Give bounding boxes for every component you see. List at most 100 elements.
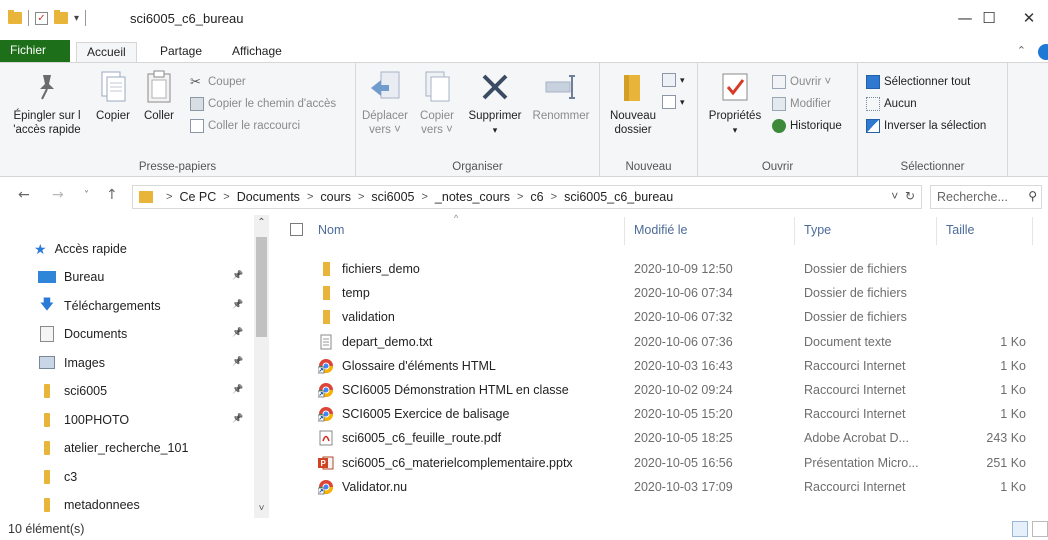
maximize-button[interactable]: ☐	[976, 6, 1002, 30]
file-row[interactable]: SCI6005 Exercice de balisage 2020-10-05 1…	[272, 402, 1048, 426]
file-name-cell[interactable]: temp	[318, 285, 370, 301]
file-row[interactable]: depart_demo.txt 2020-10-06 07:36 Document …	[272, 330, 1048, 354]
nav-scrollbar[interactable]: ⌃ ˅	[254, 215, 269, 518]
search-input[interactable]: Recherche... ⚲	[930, 185, 1042, 209]
delete-button[interactable]: Supprimer ▾	[464, 69, 526, 137]
minimize-button[interactable]: —	[952, 6, 978, 30]
chevron-right-icon[interactable]: >	[551, 191, 557, 203]
address-dropdown-refresh[interactable]: ˅ ↻	[891, 189, 915, 203]
scrollbar-thumb[interactable]	[256, 237, 267, 337]
file-name-cell[interactable]: Psci6005_c6_materielcomplementaire.pptx	[318, 455, 573, 471]
pin-icon[interactable]: 📌	[232, 357, 243, 367]
properties-button[interactable]: Propriétés ▾	[704, 69, 766, 137]
column-divider[interactable]	[1032, 217, 1033, 245]
chevron-right-icon[interactable]: >	[421, 191, 427, 203]
scroll-down-icon[interactable]: ˅	[254, 503, 269, 514]
pin-icon[interactable]: 📌	[232, 271, 243, 281]
pin-quick-access-button[interactable]: Épingler sur l 'accès rapide	[4, 69, 90, 137]
tab-accueil[interactable]: Accueil	[76, 42, 137, 62]
details-view-icon[interactable]	[1012, 521, 1028, 537]
column-divider[interactable]	[936, 217, 937, 245]
file-row[interactable]: validation 2020-10-06 07:32 Dossier de fic…	[272, 305, 1048, 329]
file-name-cell[interactable]: SCI6005 Exercice de balisage	[317, 406, 509, 422]
new-folder-button[interactable]: Nouveau dossier	[606, 69, 660, 137]
nav-item[interactable]: Images	[38, 351, 105, 375]
pin-icon[interactable]: 📌	[232, 385, 243, 395]
properties-check-icon[interactable]: ✓	[35, 11, 48, 25]
crumb-c6[interactable]: c6	[530, 190, 543, 204]
invert-selection-button[interactable]: Inverser la sélection	[866, 119, 986, 133]
file-row[interactable]: sci6005_c6_feuille_route.pdf 2020-10-05 1…	[272, 426, 1048, 450]
file-row[interactable]: Psci6005_c6_materielcomplementaire.pptx 2…	[272, 451, 1048, 475]
chevron-down-icon[interactable]: ˅	[891, 189, 898, 203]
nav-item[interactable]: 100PHOTO	[38, 408, 129, 432]
close-button[interactable]: ✕	[1016, 6, 1042, 30]
file-name-cell[interactable]: Glossaire d'éléments HTML	[317, 358, 496, 374]
tab-partage[interactable]: Partage	[150, 42, 212, 62]
history-button[interactable]: Historique	[772, 119, 842, 133]
paste-shortcut-button[interactable]: Coller le raccourci	[190, 119, 300, 133]
recent-chevron-down-icon[interactable]: ˅	[84, 190, 89, 201]
chevron-right-icon[interactable]: >	[358, 191, 364, 203]
select-all-checkbox[interactable]	[290, 223, 303, 236]
back-arrow-icon[interactable]: ←	[18, 187, 30, 203]
nav-item[interactable]: sci6005	[38, 379, 107, 403]
new-folder-icon[interactable]	[54, 10, 68, 24]
new-item-button[interactable]: ▾	[662, 73, 685, 87]
nav-item[interactable]: c3	[38, 465, 77, 489]
file-name-cell[interactable]: Validator.nu	[317, 479, 407, 495]
collapse-ribbon-icon[interactable]: ⌃	[1017, 44, 1026, 57]
select-all-button[interactable]: Sélectionner tout	[866, 75, 970, 89]
pin-icon[interactable]: 📌	[232, 328, 243, 338]
select-none-button[interactable]: Aucun	[866, 97, 917, 111]
file-name-cell[interactable]: validation	[318, 309, 395, 325]
pin-icon[interactable]: 📌	[232, 414, 243, 424]
rename-button[interactable]: Renommer	[530, 69, 592, 123]
file-name-cell[interactable]: sci6005_c6_feuille_route.pdf	[318, 430, 501, 446]
copy-path-button[interactable]: Copier le chemin d'accès	[190, 97, 336, 111]
crumb-ce-pc[interactable]: Ce PC	[179, 190, 216, 204]
nav-item[interactable]: Documents	[38, 322, 127, 346]
customize-dropdown-icon[interactable]: ▾	[74, 13, 79, 24]
cut-button[interactable]: ✂ Couper	[190, 75, 246, 89]
file-row[interactable]: Glossaire d'éléments HTML 2020-10-03 16:4…	[272, 354, 1048, 378]
chevron-right-icon[interactable]: >	[166, 191, 172, 203]
crumb-documents[interactable]: Documents	[237, 190, 300, 204]
nav-item[interactable]: 🡇 Téléchargements	[38, 294, 161, 318]
chevron-right-icon[interactable]: >	[307, 191, 313, 203]
crumb-current-folder[interactable]: sci6005_c6_bureau	[564, 190, 673, 204]
file-row[interactable]: fichiers_demo 2020-10-09 12:50 Dossier de …	[272, 257, 1048, 281]
file-row[interactable]: Validator.nu 2020-10-03 17:09 Raccourci In…	[272, 475, 1048, 499]
copy-button[interactable]: Copier	[88, 69, 138, 123]
column-divider[interactable]	[794, 217, 795, 245]
refresh-icon[interactable]: ↻	[905, 189, 915, 203]
nav-item[interactable]: atelier_recherche_101	[38, 436, 188, 460]
scroll-up-icon[interactable]: ⌃	[254, 217, 269, 228]
file-row[interactable]: temp 2020-10-06 07:34 Dossier de fichiers	[272, 281, 1048, 305]
file-name-cell[interactable]: depart_demo.txt	[318, 334, 432, 350]
tab-affichage[interactable]: Affichage	[222, 42, 292, 62]
up-arrow-icon[interactable]: ↑	[106, 187, 118, 203]
copy-to-button[interactable]: Copier vers ˅	[412, 69, 462, 137]
properties-dropdown-icon[interactable]: ▾	[704, 123, 766, 137]
chevron-right-icon[interactable]: >	[223, 191, 229, 203]
breadcrumb[interactable]: > Ce PC > Documents > cours > sci6005 > …	[132, 185, 922, 209]
file-row[interactable]: SCI6005 Démonstration HTML en classe 2020…	[272, 378, 1048, 402]
pin-icon[interactable]: 📌	[232, 300, 243, 310]
tab-fichier[interactable]: Fichier	[0, 40, 70, 62]
file-name-cell[interactable]: SCI6005 Démonstration HTML en classe	[317, 382, 569, 398]
file-name-cell[interactable]: fichiers_demo	[318, 261, 420, 277]
delete-dropdown-icon[interactable]: ▾	[464, 123, 526, 137]
column-header-name[interactable]: Nom	[318, 223, 344, 237]
edit-button[interactable]: Modifier	[772, 97, 831, 111]
crumb-sci6005[interactable]: sci6005	[371, 190, 414, 204]
open-button[interactable]: Ouvrir ˅	[772, 75, 831, 89]
easy-access-button[interactable]: ▾	[662, 95, 685, 109]
crumb-cours[interactable]: cours	[320, 190, 351, 204]
nav-quick-access[interactable]: ★ Accès rapide	[34, 237, 127, 261]
forward-arrow-icon[interactable]: →	[52, 187, 64, 203]
column-header-type[interactable]: Type	[804, 223, 831, 237]
column-divider[interactable]	[624, 217, 625, 245]
nav-item[interactable]: metadonnees	[38, 493, 140, 517]
column-header-date[interactable]: Modifié le	[634, 223, 688, 237]
